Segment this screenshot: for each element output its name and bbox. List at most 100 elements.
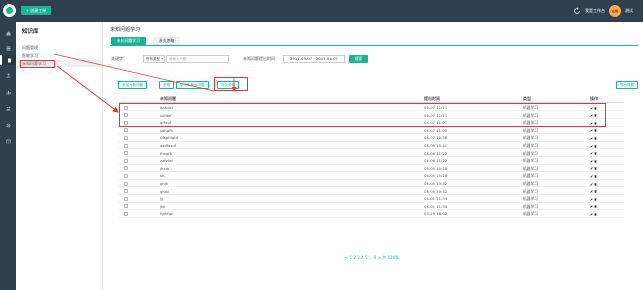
delete-icon[interactable] [594,144,597,148]
people-icon[interactable] [3,103,13,113]
table-row[interactable]: jhkm, 04-05 15:18 机器学习 [118,165,624,173]
doc-icon[interactable] [0,55,16,65]
row-checkbox[interactable] [124,196,128,201]
table-row[interactable]: ghjkl 04-05 13:42 机器学习 [118,188,624,195]
edit-icon[interactable] [590,159,593,163]
table-row[interactable]: sdhgfh 04-07 11:05 机器学习 [118,127,624,135]
table-row[interactable]: fdsgfdgfd 04-07 10:58 机器学习 [118,134,624,142]
actions-cell [590,210,598,217]
edit-icon[interactable] [590,152,593,155]
type-cell: 机器学习 [523,203,539,209]
table-row[interactable]: jjj 04-01 11:34 机器学习 [118,195,624,203]
workbench-link[interactable]: 我是工作台 [585,8,605,14]
submenu-item-question-management[interactable]: 问题管理 [22,45,38,51]
delete-icon[interactable] [594,137,597,140]
logo-icon[interactable] [3,4,16,17]
main-panel: 未知问题学习 未知问题学习 永久忽略 关键字： 所有类型 请输入问题 未知问题提… [103,22,643,290]
ignore-button[interactable]: 忽略 [159,81,174,89]
type-cell: 机器学习 [523,188,539,194]
row-checkbox[interactable] [124,173,128,178]
type-cell: 机器学习 [523,158,539,164]
edit-icon[interactable] [590,137,593,140]
row-checkbox[interactable] [124,166,128,171]
question-cell: jkk [160,203,166,209]
actions-cell [590,180,598,187]
learn-similar-button[interactable]: 学习到相似问题 [176,81,209,89]
edit-icon[interactable] [590,205,593,208]
tab-divider [110,45,638,46]
refresh-icon[interactable] [573,7,581,15]
search-button[interactable]: 搜索 [349,55,368,63]
delete-icon[interactable] [594,182,597,186]
home-icon[interactable] [3,28,13,38]
row-checkbox[interactable] [124,143,128,148]
table-row[interactable]: jkk 04-01 11:34 机器学习 [118,203,624,211]
annotation-highlight-box [214,77,248,91]
delete-icon[interactable] [594,167,597,170]
row-checkbox[interactable] [124,211,128,216]
row-checkbox[interactable] [124,181,128,186]
time-cell: 04-06 15:41 [424,143,448,148]
actions-cell [590,172,598,179]
table-row[interactable]: asdfasdf 04-06 15:41 机器学习 [118,142,624,150]
delete-icon[interactable] [594,159,597,163]
edit-icon[interactable] [590,129,593,132]
delete-icon[interactable] [594,152,597,155]
edit-icon[interactable] [590,190,593,193]
edit-icon[interactable] [590,167,593,170]
pagination[interactable]: < 1 2 3 4 5 ... 9 > 共 124条 [345,255,399,261]
add-new-question-button[interactable]: 添加为新问题 [118,81,147,89]
create-ticket-button[interactable]: + 创建工单 [21,6,51,15]
table-header: 未知问题 提出时间 类型 操作 [118,95,624,103]
delete-icon[interactable] [594,213,597,216]
edit-icon[interactable] [590,197,593,201]
tab-unknown-learning[interactable]: 未知问题学习 [111,37,146,45]
question-cell: ghjkl [160,188,170,194]
user-icon[interactable] [3,70,13,80]
type-cell: 机器学习 [523,211,539,217]
keyword-label: 关键字： [111,56,127,61]
time-cell: 04-05 15:18 [424,173,448,179]
delete-icon[interactable] [594,197,597,201]
keyword-input[interactable]: 请输入问题 [166,55,229,63]
actions-cell [590,188,598,195]
delete-icon[interactable] [594,175,597,178]
row-checkbox[interactable] [124,151,128,156]
edit-icon[interactable] [590,213,593,216]
delete-icon[interactable] [594,205,597,208]
row-checkbox[interactable] [124,128,128,133]
top-right-area: 我是工作台 在线 测试 [573,4,633,18]
date-range-input[interactable]: 2017-03-07 - 2017-04-07 [283,55,345,63]
export-button[interactable]: 导出数据 [616,81,638,89]
column-header-time: 提出时间 [424,96,440,101]
edit-icon[interactable] [590,182,593,186]
gear-icon[interactable] [3,120,13,130]
tab-permanent-ignore[interactable]: 永久忽略 [153,37,181,45]
table-row[interactable]: fhxgfk 04-06 11:22 机器学习 [118,150,624,157]
edit-icon[interactable] [590,144,593,148]
delete-icon[interactable] [594,190,597,193]
table-row[interactable]: ghjk 04-05 13:42 机器学习 [118,180,624,188]
chart-icon[interactable] [3,87,13,97]
row-checkbox[interactable] [124,135,128,140]
list-icon[interactable] [3,43,13,53]
row-checkbox[interactable] [124,158,128,163]
username[interactable]: 测试 [625,8,633,14]
edit-icon[interactable] [590,175,593,178]
time-cell: 03-29 16:02 [424,211,448,217]
table-row[interactable]: fgjhfgn 03-29 16:02 机器学习 [118,210,624,218]
time-cell: 04-01 11:34 [424,203,448,209]
row-checkbox[interactable] [124,204,128,209]
question-cell: asdfasdf [160,143,177,148]
type-cell: 机器学习 [523,143,539,148]
actions-cell [590,195,598,202]
row-checkbox[interactable] [124,189,128,194]
submenu-item-smart-learning[interactable]: 智能学习 [22,53,38,59]
table-row[interactable]: zxfvfxf 04-06 11:22 机器学习 [118,157,624,165]
mail-icon[interactable] [3,136,13,146]
delete-icon[interactable] [594,129,597,132]
time-cell: 04-05 13:42 [424,188,448,194]
table-row[interactable]: kk, 04-05 15:18 机器学习 [118,172,624,180]
avatar[interactable]: 在线 [609,5,621,17]
type-select[interactable]: 所有类型 [143,55,165,63]
